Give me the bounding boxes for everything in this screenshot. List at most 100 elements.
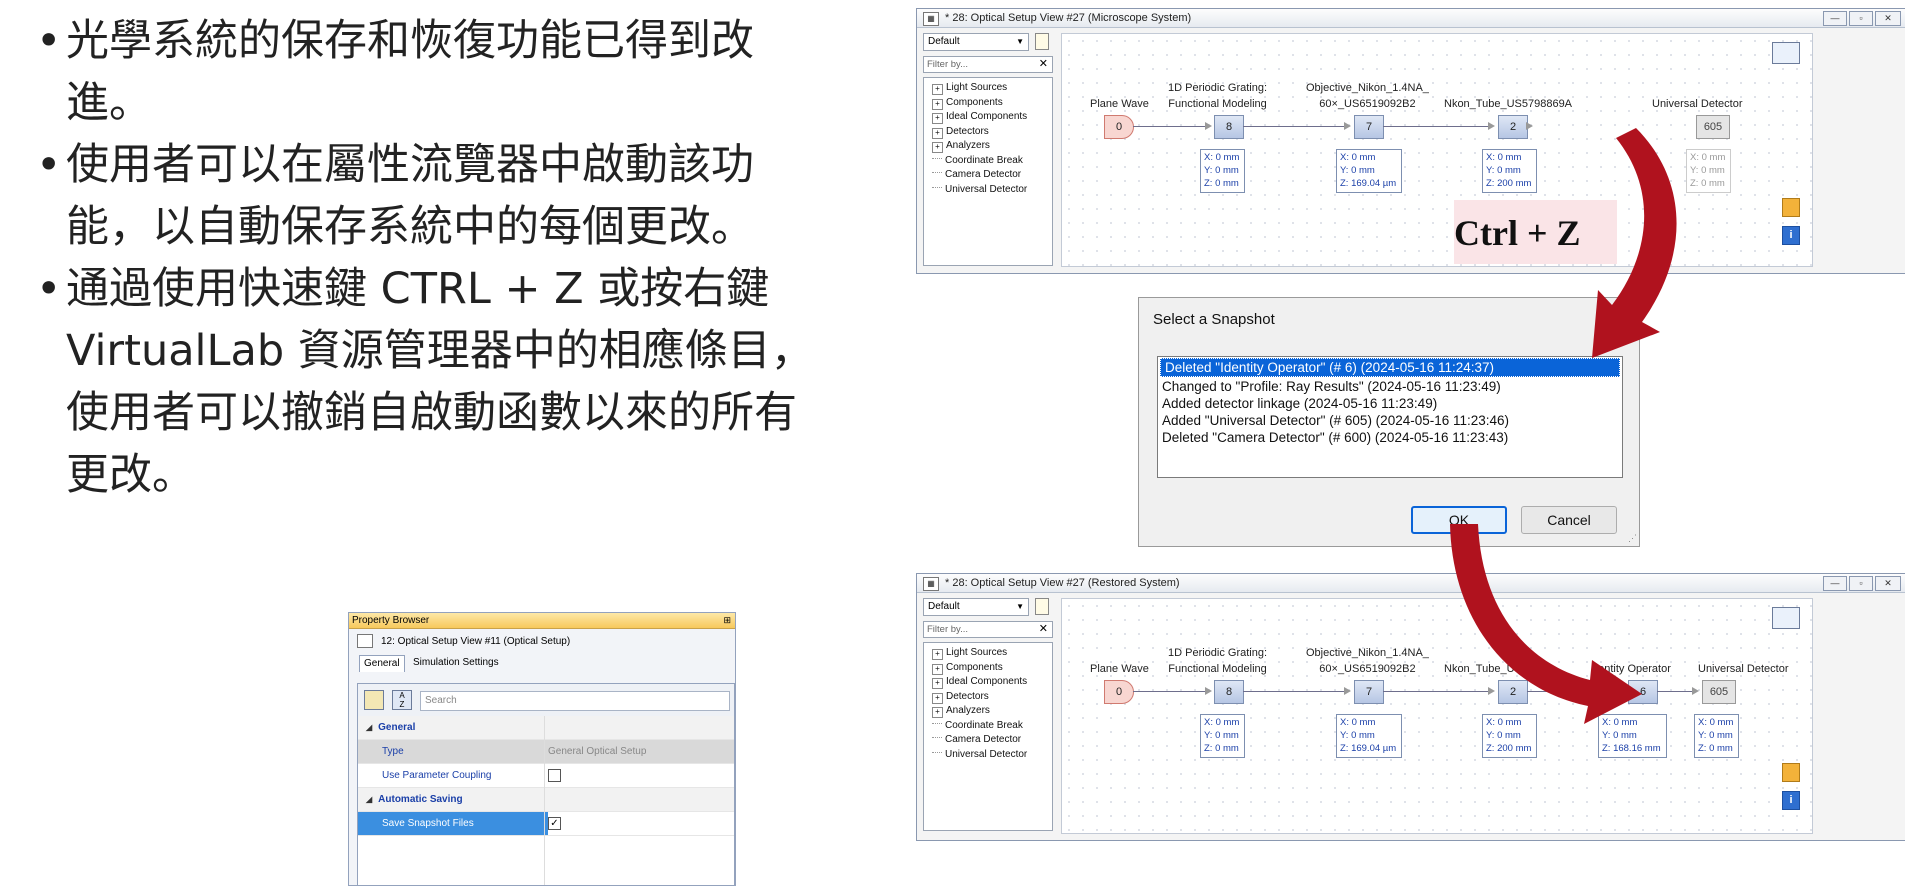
tree-item[interactable]: + Detectors	[924, 690, 1052, 705]
tree-item[interactable]: + Detectors	[924, 125, 1052, 140]
property-row-type[interactable]: Type General Optical Setup	[358, 740, 734, 764]
setup-canvas[interactable]: Plane Wave 1D Periodic Grating: Functiona…	[1061, 33, 1813, 267]
property-browser: Property Browser ⊞ 12: Optical Setup View…	[348, 612, 736, 886]
category-general[interactable]: ◢ General	[358, 716, 734, 740]
search-input[interactable]: Search	[420, 691, 730, 711]
connector	[1527, 687, 1626, 695]
tree-item[interactable]: + Components	[924, 661, 1052, 676]
expand-icon[interactable]: +	[932, 98, 943, 110]
node-tube[interactable]: 2	[1498, 115, 1528, 139]
label-tube: Nkon_Tube_Us	[1444, 663, 1521, 675]
list-item[interactable]: Changed to "Profile: Ray Results" (2024-…	[1158, 378, 1622, 395]
tree-item[interactable]: Coordinate Break	[924, 154, 1052, 169]
node-tube[interactable]: 2	[1498, 680, 1528, 704]
table-icon[interactable]	[1772, 42, 1800, 64]
tree-item[interactable]: + Analyzers	[924, 704, 1052, 719]
property-row-coupling[interactable]: Use Parameter Coupling	[358, 764, 734, 788]
shortcut-label: Ctrl + Z	[1454, 200, 1617, 264]
catalog-pane: Default ▼ Filter by... ✕ + Light Sources + C…	[923, 598, 1053, 831]
cancel-button[interactable]: Cancel	[1521, 506, 1617, 534]
coupling-checkbox[interactable]	[548, 769, 561, 782]
tree-item[interactable]: Camera Detector	[924, 733, 1052, 748]
filter-input[interactable]: Filter by... ✕	[923, 621, 1053, 638]
expand-icon[interactable]: +	[932, 113, 943, 124]
node-objective[interactable]: 7	[1354, 115, 1384, 139]
filter-input[interactable]: Filter by... ✕	[923, 56, 1053, 73]
close-button[interactable]: ✕	[1875, 11, 1901, 26]
label-grating: 1D Periodic Grating: Functional Modeling	[1168, 82, 1268, 110]
node-identity-operator[interactable]: 6	[1628, 680, 1658, 704]
tree-item[interactable]: Universal Detector	[924, 183, 1052, 198]
expand-icon[interactable]: +	[932, 142, 943, 153]
edited-document: 12: Optical Setup View #11 (Optical Setu…	[349, 629, 735, 649]
node-plane-wave[interactable]: 0	[1104, 115, 1134, 139]
document-icon[interactable]	[1035, 33, 1049, 50]
tree-item[interactable]: Coordinate Break	[924, 719, 1052, 734]
tab-general[interactable]: General	[359, 655, 405, 672]
ok-button[interactable]: OK	[1411, 506, 1507, 534]
snapshot-checkbox[interactable]: ✓	[548, 817, 561, 830]
collapse-icon[interactable]: ◢	[366, 723, 372, 732]
info-icon[interactable]: i	[1782, 791, 1800, 810]
close-button[interactable]: ✕	[1875, 576, 1901, 591]
tree-item[interactable]: + Light Sources	[924, 646, 1052, 661]
expand-icon[interactable]: +	[932, 84, 943, 95]
pin-icon[interactable]: ⊞	[723, 613, 731, 628]
position-box: X: 0 mm Y: 0 mm Z: 0 mm	[1694, 714, 1740, 758]
node-universal-detector[interactable]: 605	[1696, 115, 1730, 139]
bullet-list: • 光學系統的保存和恢復功能已得到改 進。 • 使用者可以在屬性流覽器中啟動該功 能，以…	[36, 10, 876, 506]
notes-icon[interactable]	[1782, 763, 1800, 782]
list-item[interactable]: Deleted "Camera Detector" (# 600) (2024-…	[1158, 429, 1622, 446]
expand-icon[interactable]: +	[932, 663, 943, 675]
property-browser-titlebar: Property Browser ⊞	[349, 613, 735, 629]
info-icon[interactable]: i	[1782, 226, 1800, 245]
category-automatic-saving[interactable]: ◢ Automatic Saving	[358, 788, 734, 812]
expand-icon[interactable]: +	[932, 692, 943, 704]
node-plane-wave[interactable]: 0	[1104, 680, 1134, 704]
node-universal-detector[interactable]: 605	[1702, 680, 1736, 704]
list-item[interactable]: Added detector linkage (2024-05-16 11:23…	[1158, 395, 1622, 412]
list-item[interactable]: Added "Universal Detector" (# 605) (2024…	[1158, 412, 1622, 429]
list-item[interactable]: Deleted "Identity Operator" (# 6) (2024-…	[1160, 358, 1620, 377]
connector	[1243, 687, 1351, 695]
notes-icon[interactable]	[1782, 198, 1800, 217]
sort-az-icon[interactable]: AZ	[392, 690, 412, 710]
setup-canvas[interactable]: Plane Wave 1D Periodic Grating: Functiona…	[1061, 598, 1813, 834]
table-icon[interactable]	[1772, 607, 1800, 629]
tree-item[interactable]: Camera Detector	[924, 168, 1052, 183]
tree-item[interactable]: + Ideal Components	[924, 675, 1052, 690]
profile-select[interactable]: Default ▼	[923, 33, 1029, 51]
label-objective: Objective_Nikon_1.4NA_ 60×_US6519092B2	[1306, 82, 1429, 110]
window-titlebar[interactable]: ▦ * 28: Optical Setup View #27 (Restored…	[917, 574, 1905, 593]
tree-item[interactable]: + Light Sources	[924, 81, 1052, 96]
node-objective[interactable]: 7	[1354, 680, 1384, 704]
connector	[1383, 687, 1495, 695]
expand-icon[interactable]: +	[932, 707, 943, 718]
node-grating[interactable]: 8	[1214, 115, 1244, 139]
node-grating[interactable]: 8	[1214, 680, 1244, 704]
property-row-snapshot[interactable]: Save Snapshot Files ✓	[358, 812, 734, 836]
property-grid: AZ Search ◢ General Type General Optical S…	[357, 683, 735, 885]
minimize-button[interactable]: —	[1823, 576, 1847, 591]
document-icon[interactable]	[1035, 598, 1049, 615]
categorized-icon[interactable]	[364, 690, 384, 710]
profile-select[interactable]: Default ▼	[923, 598, 1029, 616]
tree-item[interactable]: Universal Detector	[924, 748, 1052, 763]
clear-icon[interactable]: ✕	[1039, 622, 1048, 637]
tree-item[interactable]: + Components	[924, 96, 1052, 111]
clear-icon[interactable]: ✕	[1039, 57, 1048, 72]
resize-grip-icon[interactable]: ⋰	[1628, 533, 1637, 544]
connector	[1243, 122, 1351, 130]
tree-item[interactable]: + Ideal Components	[924, 110, 1052, 125]
window-titlebar[interactable]: ▦ * 28: Optical Setup View #27 (Microsco…	[917, 9, 1905, 28]
expand-icon[interactable]: +	[932, 678, 943, 689]
snapshot-list[interactable]: Deleted "Identity Operator" (# 6) (2024-…	[1157, 356, 1623, 478]
expand-icon[interactable]: +	[932, 127, 943, 139]
tree-item[interactable]: + Analyzers	[924, 139, 1052, 154]
minimize-button[interactable]: —	[1823, 11, 1847, 26]
expand-icon[interactable]: +	[932, 649, 943, 660]
maximize-button[interactable]: ▫	[1849, 11, 1873, 26]
collapse-icon[interactable]: ◢	[366, 795, 372, 804]
tab-simulation-settings[interactable]: Simulation Settings	[409, 655, 503, 671]
maximize-button[interactable]: ▫	[1849, 576, 1873, 591]
